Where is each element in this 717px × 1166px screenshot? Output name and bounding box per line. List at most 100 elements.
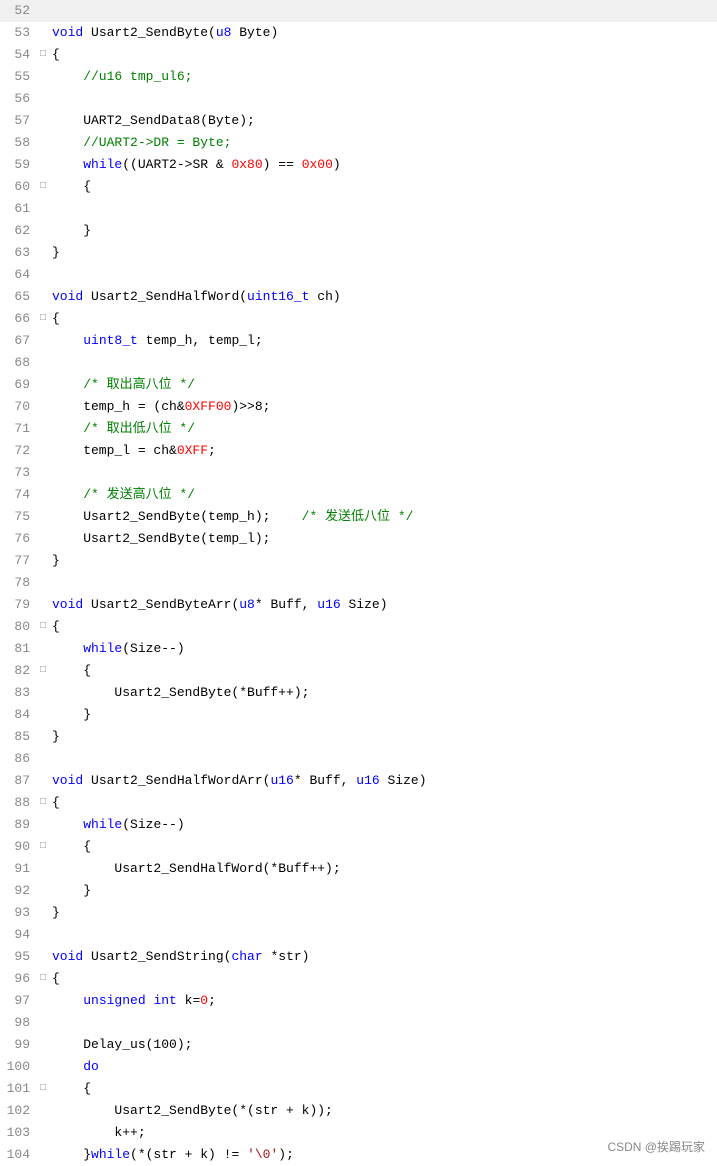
fold-icon[interactable] (40, 484, 52, 506)
fold-icon[interactable]: □ (40, 616, 52, 638)
fold-icon[interactable] (40, 264, 52, 286)
fold-icon[interactable]: □ (40, 44, 52, 66)
fold-icon[interactable] (40, 462, 52, 484)
fold-icon[interactable] (40, 1100, 52, 1122)
line-number: 67 (4, 330, 40, 352)
line-number: 84 (4, 704, 40, 726)
token-plain: { (52, 311, 60, 326)
code-content: while(Size--) (52, 814, 713, 836)
line-number: 53 (4, 22, 40, 44)
fold-icon[interactable] (40, 902, 52, 924)
line-number: 57 (4, 110, 40, 132)
fold-icon[interactable] (40, 132, 52, 154)
fold-icon[interactable] (40, 286, 52, 308)
line-number: 91 (4, 858, 40, 880)
line-number: 73 (4, 462, 40, 484)
fold-icon[interactable]: □ (40, 308, 52, 330)
fold-icon[interactable] (40, 0, 52, 22)
fold-icon[interactable] (40, 66, 52, 88)
token-kw: while (83, 817, 122, 832)
fold-icon[interactable] (40, 440, 52, 462)
line-number: 59 (4, 154, 40, 176)
fold-icon[interactable]: □ (40, 1078, 52, 1100)
line-number: 86 (4, 748, 40, 770)
code-line: 58 //UART2->DR = Byte; (0, 132, 717, 154)
fold-icon[interactable] (40, 220, 52, 242)
line-number: 77 (4, 550, 40, 572)
fold-icon[interactable] (40, 1034, 52, 1056)
fold-icon[interactable]: □ (40, 792, 52, 814)
code-content: } (52, 880, 713, 902)
token-plain: Usart2_SendByte(*Buff++); (52, 685, 309, 700)
token-plain: Usart2_SendString( (83, 949, 231, 964)
fold-icon[interactable] (40, 726, 52, 748)
code-line: 66□{ (0, 308, 717, 330)
line-number: 99 (4, 1034, 40, 1056)
fold-icon[interactable]: □ (40, 968, 52, 990)
code-content: void Usart2_SendHalfWord(uint16_t ch) (52, 286, 713, 308)
fold-icon[interactable] (40, 374, 52, 396)
fold-icon[interactable] (40, 330, 52, 352)
fold-icon[interactable] (40, 198, 52, 220)
token-type: int (153, 993, 176, 1008)
fold-icon[interactable] (40, 770, 52, 792)
fold-icon[interactable] (40, 1144, 52, 1166)
line-number: 61 (4, 198, 40, 220)
line-number: 66 (4, 308, 40, 330)
fold-icon[interactable] (40, 1122, 52, 1144)
token-type: u8 (239, 597, 255, 612)
fold-icon[interactable] (40, 22, 52, 44)
fold-icon[interactable] (40, 990, 52, 1012)
fold-icon[interactable] (40, 110, 52, 132)
line-number: 94 (4, 924, 40, 946)
token-type: uint16_t (247, 289, 309, 304)
fold-icon[interactable] (40, 154, 52, 176)
code-line: 52 (0, 0, 717, 22)
code-line: 55 //u16 tmp_ul6; (0, 66, 717, 88)
code-line: 68 (0, 352, 717, 374)
code-content: { (52, 176, 713, 198)
line-number: 76 (4, 528, 40, 550)
code-lines: 52 53 void Usart2_SendByte(u8 Byte)54□{5… (0, 0, 717, 1166)
fold-icon[interactable] (40, 396, 52, 418)
code-content (52, 924, 713, 946)
token-plain: } (52, 905, 60, 920)
fold-icon[interactable]: □ (40, 176, 52, 198)
code-content: { (52, 616, 713, 638)
line-number: 88 (4, 792, 40, 814)
fold-icon[interactable] (40, 594, 52, 616)
code-content: void Usart2_SendString(char *str) (52, 946, 713, 968)
code-content: do (52, 1056, 713, 1078)
fold-icon[interactable] (40, 880, 52, 902)
fold-icon[interactable] (40, 242, 52, 264)
fold-icon[interactable] (40, 814, 52, 836)
code-content: } (52, 242, 713, 264)
token-hex: 0 (200, 993, 208, 1008)
code-content: Usart2_SendByte(temp_l); (52, 528, 713, 550)
fold-icon[interactable] (40, 946, 52, 968)
fold-icon[interactable] (40, 1012, 52, 1034)
code-line: 87 void Usart2_SendHalfWordArr(u16* Buff… (0, 770, 717, 792)
fold-icon[interactable] (40, 858, 52, 880)
token-plain (52, 993, 83, 1008)
fold-icon[interactable] (40, 682, 52, 704)
token-kw: void (52, 289, 83, 304)
fold-icon[interactable] (40, 418, 52, 440)
token-plain: temp_h = (ch& (52, 399, 185, 414)
fold-icon[interactable] (40, 572, 52, 594)
fold-icon[interactable] (40, 704, 52, 726)
fold-icon[interactable] (40, 550, 52, 572)
fold-icon[interactable] (40, 352, 52, 374)
fold-icon[interactable] (40, 88, 52, 110)
fold-icon[interactable] (40, 748, 52, 770)
fold-icon[interactable]: □ (40, 836, 52, 858)
line-number: 65 (4, 286, 40, 308)
fold-icon[interactable] (40, 1056, 52, 1078)
code-content: void Usart2_SendByteArr(u8* Buff, u16 Si… (52, 594, 713, 616)
fold-icon[interactable] (40, 506, 52, 528)
fold-icon[interactable] (40, 638, 52, 660)
fold-icon[interactable] (40, 528, 52, 550)
fold-icon[interactable]: □ (40, 660, 52, 682)
token-plain: Usart2_SendHalfWordArr( (83, 773, 270, 788)
fold-icon[interactable] (40, 924, 52, 946)
